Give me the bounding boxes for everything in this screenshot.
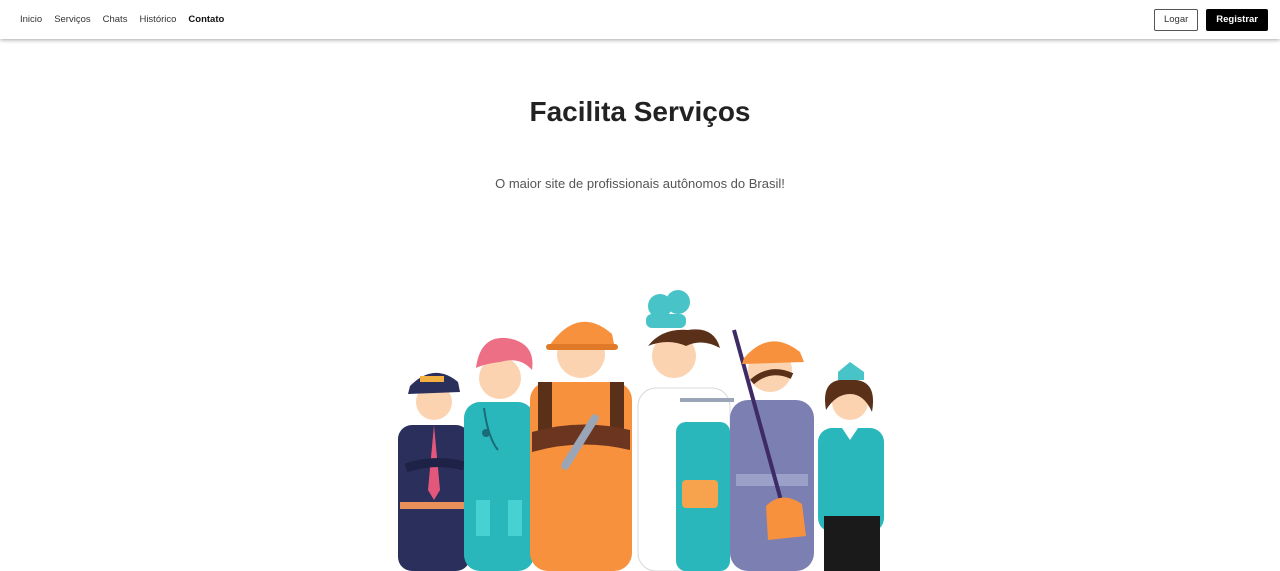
nav-link-chats[interactable]: Chats: [103, 14, 128, 25]
mechanic-figure: [530, 321, 632, 571]
police-officer-figure: [398, 372, 470, 571]
nav-link-inicio[interactable]: Inicio: [20, 14, 42, 25]
chef-figure: [637, 290, 734, 571]
register-button[interactable]: Registrar: [1206, 8, 1268, 31]
nav-link-historico[interactable]: Histórico: [139, 14, 176, 25]
login-button[interactable]: Logar: [1153, 8, 1199, 31]
workers-illustration-icon: [398, 290, 884, 571]
auth-buttons: Logar Registrar: [1153, 8, 1268, 31]
top-navbar: Inicio Serviços Chats Histórico Contato …: [0, 0, 1280, 39]
flight-attendant-figure: [818, 362, 884, 571]
nurse-figure: [464, 337, 534, 571]
page-subtitle: O maior site de profissionais autônomos …: [495, 176, 785, 191]
cleaner-figure: [730, 329, 814, 571]
nav-link-contato[interactable]: Contato: [188, 14, 224, 25]
main-nav: Inicio Serviços Chats Histórico Contato: [20, 14, 224, 25]
page-title: Facilita Serviços: [529, 96, 751, 127]
nav-link-servicos[interactable]: Serviços: [54, 14, 90, 25]
